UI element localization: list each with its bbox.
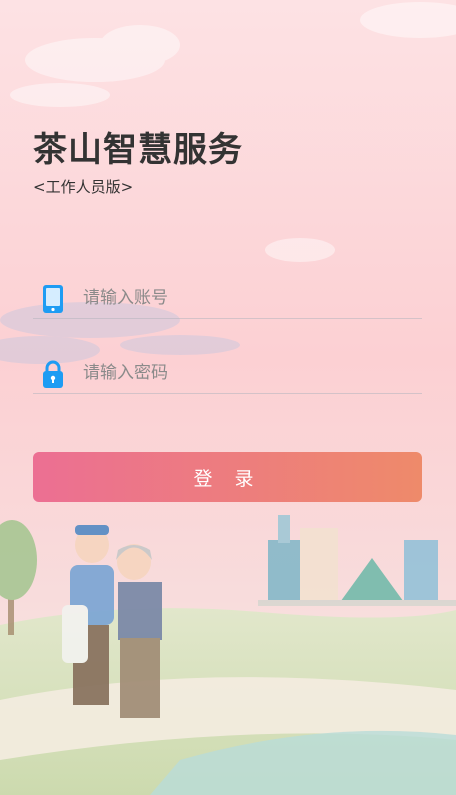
phone-icon [43, 285, 63, 313]
background-illustration [0, 0, 456, 795]
login-button[interactable]: 登 录 [33, 452, 422, 502]
account-field[interactable] [33, 272, 422, 319]
lock-icon [43, 360, 63, 388]
password-field[interactable] [33, 347, 422, 394]
password-input[interactable] [81, 357, 405, 389]
app-title: 茶山智慧服务 [33, 130, 243, 170]
account-input[interactable] [81, 282, 405, 314]
app-subtitle: <工作人员版> [33, 178, 134, 196]
